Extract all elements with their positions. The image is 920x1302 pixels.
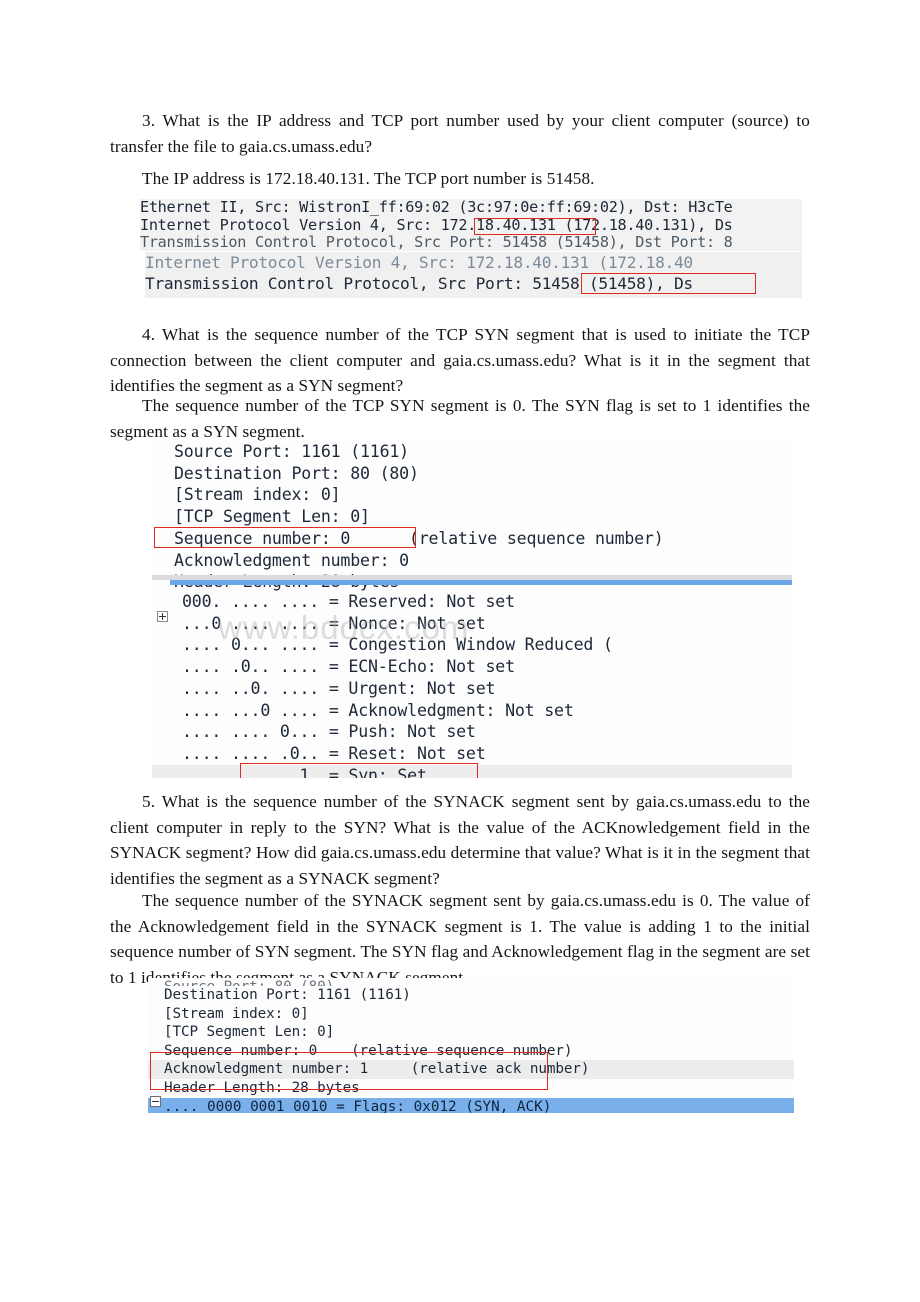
ws-line-ack-number: Acknowledgment number: 1 (relative ack n…: [148, 1060, 794, 1079]
ws-line-sequence-number: Sequence number: 0 (relative sequence nu…: [152, 527, 792, 550]
ws-line-source-port: Source Port: 1161 (1161): [152, 441, 792, 463]
ws-flag-push: .... .... 0... = Push: Not set: [152, 721, 792, 743]
question-5-answer: The sequence number of the SYNACK segmen…: [110, 891, 810, 987]
ws-flag-reserved: 000. .... .... = Reserved: Not set: [152, 591, 792, 613]
packet-detail-crop-bottom: Internet Protocol Version 4, Src: 172.18…: [145, 251, 802, 298]
collapse-minus-icon[interactable]: [150, 1096, 161, 1107]
ws-flag-syn: .... .... ..1. = Syn: Set: [152, 764, 792, 778]
ws-flag-cwr: .... 0... .... = Congestion Window Reduc…: [152, 634, 792, 657]
document-page: 3. What is the IP address and TCP port n…: [0, 0, 920, 1302]
ws-line-stream-index: [Stream index: 0]: [148, 1004, 794, 1024]
ws-flag-nonce: ...0 .... .... = Nonce: Not set: [152, 612, 792, 635]
tcp-flags-list: 000. .... .... = Reserved: Not set ...0 …: [152, 591, 792, 778]
question-3-answer: The IP address is 172.18.40.131. The TCP…: [142, 169, 595, 188]
question-4-answer: The sequence number of the TCP SYN segme…: [110, 396, 810, 441]
wireshark-screenshot-syn: Source Port: 1161 (1161) Destination Por…: [152, 441, 792, 778]
ws-line-tcp-dup: Transmission Control Protocol, Src Port:…: [145, 273, 802, 294]
wireshark-screenshot-synack: Source Port: 80 (80) Destination Port: 1…: [148, 978, 794, 1113]
wireshark-screenshot-addresses: Ethernet II, Src: WistronI_ff:69:02 (3c:…: [140, 199, 802, 298]
question-3-text: 3. What is the IP address and TCP port n…: [110, 111, 810, 156]
ws-flag-urgent: .... ..0. .... = Urgent: Not set: [152, 677, 792, 700]
ws-line-segment-len: [TCP Segment Len: 0]: [152, 506, 792, 528]
expand-plus-icon[interactable]: [157, 611, 168, 622]
ws-line-stream-index: [Stream index: 0]: [152, 484, 792, 507]
ws-flag-reset: .... .... .0.. = Reset: Not set: [152, 742, 792, 765]
ws-line-header-length: Header Length: 28 bytes: [148, 1078, 794, 1098]
ws-line-segment-len: [TCP Segment Len: 0]: [148, 1023, 794, 1042]
ws-line-flags-selected[interactable]: .... 0000 0001 0010 = Flags: 0x012 (SYN,…: [148, 1097, 794, 1113]
ws-line-tcp: Transmission Control Protocol, Src Port:…: [140, 234, 802, 251]
ws-flag-ecn-echo: .... .0.. .... = ECN-Echo: Not set: [152, 656, 792, 678]
ws-line-sequence-number: Sequence number: 0 (relative sequence nu…: [148, 1041, 794, 1061]
packet-detail-crop-top: Ethernet II, Src: WistronI_ff:69:02 (3c:…: [140, 199, 802, 251]
question-5-text: 5. What is the sequence number of the SY…: [110, 792, 810, 888]
ws-line-ack-number: Acknowledgment number: 0: [152, 549, 792, 572]
ws-line-destination-port: Destination Port: 1161 (1161): [148, 986, 794, 1005]
ws-line-source-port-clipped: Source Port: 80 (80): [148, 978, 794, 986]
ws-line-ethernet: Ethernet II, Src: WistronI_ff:69:02 (3c:…: [140, 199, 802, 217]
selected-flags-row-clipped: [170, 580, 792, 585]
ws-line-ipv4: Internet Protocol Version 4, Src: 172.18…: [140, 216, 802, 235]
question-4-text: 4. What is the sequence number of the TC…: [110, 325, 810, 395]
ws-flag-ack: .... ...0 .... = Acknowledgment: Not set: [152, 699, 792, 722]
ws-line-destination-port: Destination Port: 80 (80): [152, 462, 792, 485]
ws-line-ipv4-dup: Internet Protocol Version 4, Src: 172.18…: [145, 252, 802, 273]
